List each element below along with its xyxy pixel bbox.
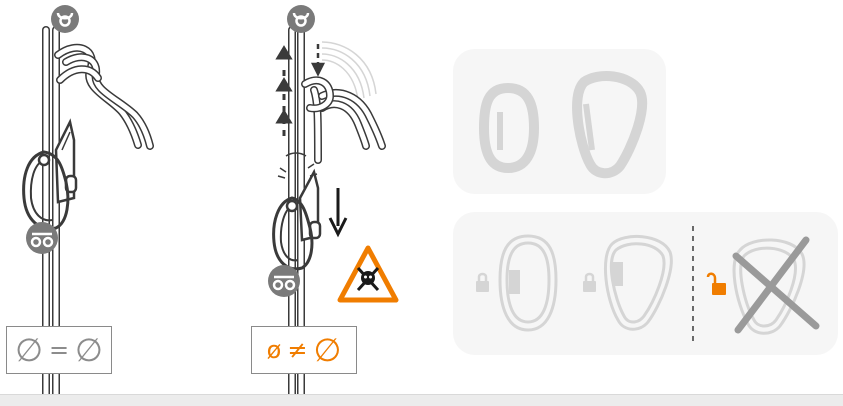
middle-tail-rope (301, 76, 386, 164)
harness-icon (26, 222, 58, 254)
unequal-diameter-label: ø ≠ ∅ (251, 326, 357, 374)
danger-skull-warning-icon (337, 245, 399, 303)
harness-icon (268, 265, 300, 297)
equal-diameter-label: ∅ = ∅ (6, 326, 112, 374)
diameter-symbol-left: ∅ (15, 331, 43, 369)
equals-operator: = (48, 336, 70, 364)
bottom-bar (0, 394, 843, 406)
diameter-symbol-large: ∅ (313, 331, 342, 369)
down-arrow (328, 188, 348, 238)
anchor-icon (51, 5, 79, 33)
tail-arrow (310, 44, 326, 77)
diameter-symbol-right: ∅ (75, 331, 103, 369)
diameter-symbol-small: ø (266, 336, 282, 364)
anchor-icon (287, 5, 315, 33)
diagram-svg (22, 5, 838, 398)
diagram-stage (0, 0, 843, 405)
panel-bottom-content (453, 212, 838, 355)
panel-top-content (453, 49, 666, 194)
not-equal-operator: ≠ (287, 336, 308, 364)
